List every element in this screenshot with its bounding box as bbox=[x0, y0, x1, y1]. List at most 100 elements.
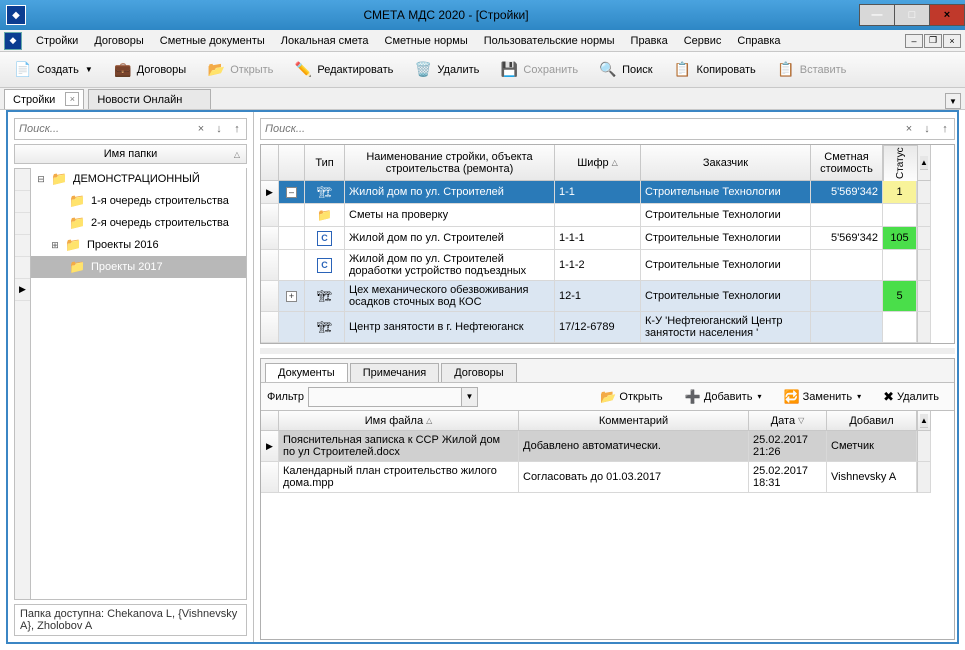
doc-close[interactable]: × bbox=[943, 34, 961, 48]
close-button[interactable]: × bbox=[929, 4, 965, 26]
contracts-button[interactable]: Договоры bbox=[106, 57, 193, 83]
col-file[interactable]: Имя файла△ bbox=[279, 411, 519, 431]
scrollbar[interactable] bbox=[917, 181, 931, 204]
doc-filename[interactable]: Календарный план строительство жилого до… bbox=[279, 462, 519, 493]
search-down-icon[interactable]: ↓ bbox=[210, 120, 228, 138]
doc-delete-button[interactable]: ✖Удалить bbox=[874, 386, 948, 408]
row-customer[interactable]: Строительные Технологии bbox=[641, 281, 811, 312]
search-button[interactable]: Поиск bbox=[591, 57, 659, 83]
folder-search-input[interactable] bbox=[15, 123, 192, 135]
col-code[interactable]: Шифр△ bbox=[555, 145, 641, 181]
row-customer[interactable]: К-У 'Нефтеюганский Центр занятости насел… bbox=[641, 312, 811, 343]
scrollbar[interactable] bbox=[917, 462, 931, 493]
scrollbar[interactable] bbox=[917, 250, 931, 281]
scrollbar[interactable] bbox=[917, 312, 931, 343]
row-customer[interactable]: Строительные Технологии bbox=[641, 227, 811, 250]
doc-comment[interactable]: Согласовать до 01.03.2017 bbox=[519, 462, 749, 493]
search-clear-icon[interactable]: × bbox=[900, 120, 918, 138]
menu-user-normy[interactable]: Пользовательские нормы bbox=[476, 35, 623, 47]
col-name[interactable]: Наименование стройки, объекта строительс… bbox=[345, 145, 555, 181]
expand-toggle[interactable]: + bbox=[279, 281, 305, 312]
row-code[interactable]: 1-1 bbox=[555, 181, 641, 204]
minimize-button[interactable]: — bbox=[859, 4, 895, 26]
doc-restore[interactable]: ❐ bbox=[924, 34, 942, 48]
filter-combo[interactable]: ▼ bbox=[308, 387, 478, 407]
open-button[interactable]: Открыть bbox=[199, 57, 280, 83]
grid-search-input[interactable] bbox=[261, 123, 900, 135]
row-cost[interactable] bbox=[811, 204, 883, 227]
scrollbar[interactable] bbox=[917, 431, 931, 462]
search-down-icon[interactable]: ↓ bbox=[918, 120, 936, 138]
search-up-icon[interactable]: ↑ bbox=[936, 120, 954, 138]
col-user[interactable]: Добавил bbox=[827, 411, 917, 431]
col-date[interactable]: Дата▽ bbox=[749, 411, 827, 431]
row-cost[interactable] bbox=[811, 250, 883, 281]
horizontal-splitter[interactable] bbox=[260, 348, 955, 354]
expand-toggle[interactable]: – bbox=[279, 181, 305, 204]
copy-button[interactable]: Копировать bbox=[666, 57, 763, 83]
tab-documents[interactable]: Документы bbox=[265, 363, 348, 382]
doc-minimize[interactable]: – bbox=[905, 34, 923, 48]
menu-help[interactable]: Справка bbox=[729, 35, 788, 47]
row-customer[interactable]: Строительные Технологии bbox=[641, 181, 811, 204]
maximize-button[interactable]: □ bbox=[894, 4, 930, 26]
col-customer[interactable]: Заказчик bbox=[641, 145, 811, 181]
col-status[interactable]: Статус bbox=[883, 145, 917, 181]
tree-node[interactable]: 1-я очередь строительства bbox=[31, 190, 246, 212]
row-cost[interactable] bbox=[811, 281, 883, 312]
tab-stroyki[interactable]: Стройки× bbox=[4, 89, 84, 109]
row-cost[interactable] bbox=[811, 312, 883, 343]
row-code[interactable]: 1-1-2 bbox=[555, 250, 641, 281]
row-code[interactable]: 12-1 bbox=[555, 281, 641, 312]
col-cost[interactable]: Сметная стоимость bbox=[811, 145, 883, 181]
tab-close-icon[interactable]: × bbox=[65, 92, 79, 106]
scrollbar[interactable] bbox=[917, 204, 931, 227]
tab-news[interactable]: Новости Онлайн bbox=[88, 89, 211, 109]
folder-tree[interactable]: ⊟ДЕМОНСТРАЦИОННЫЙ 1-я очередь строительс… bbox=[30, 168, 247, 600]
tree-node-root[interactable]: ⊟ДЕМОНСТРАЦИОННЫЙ bbox=[31, 168, 246, 190]
search-up-icon[interactable]: ↑ bbox=[228, 120, 246, 138]
row-code[interactable]: 17/12-6789 bbox=[555, 312, 641, 343]
col-type[interactable]: Тип bbox=[305, 145, 345, 181]
row-name[interactable]: Центр занятости в г. Нефтеюганск bbox=[345, 312, 555, 343]
row-code[interactable]: 1-1-1 bbox=[555, 227, 641, 250]
row-cost[interactable]: 5'569'342 bbox=[811, 181, 883, 204]
menu-pravka[interactable]: Правка bbox=[623, 35, 676, 47]
folder-tree-header[interactable]: Имя папки△ bbox=[14, 144, 247, 164]
menu-stroyki[interactable]: Стройки bbox=[28, 35, 86, 47]
tab-notes[interactable]: Примечания bbox=[350, 363, 440, 382]
scroll-up-icon[interactable]: ▲ bbox=[920, 156, 928, 170]
menu-smet-normy[interactable]: Сметные нормы bbox=[377, 35, 476, 47]
doc-open-button[interactable]: 📂Открыть bbox=[591, 386, 671, 408]
create-button[interactable]: Создать▼ bbox=[6, 57, 100, 83]
tab-contracts[interactable]: Договоры bbox=[441, 363, 516, 382]
row-code[interactable] bbox=[555, 204, 641, 227]
row-name[interactable]: Жилой дом по ул. Строителей доработки ус… bbox=[345, 250, 555, 281]
col-comment[interactable]: Комментарий bbox=[519, 411, 749, 431]
row-customer[interactable]: Строительные Технологии bbox=[641, 204, 811, 227]
menu-smet-doc[interactable]: Сметные документы bbox=[152, 35, 273, 47]
row-cost[interactable]: 5'569'342 bbox=[811, 227, 883, 250]
menu-local-smeta[interactable]: Локальная смета bbox=[273, 35, 377, 47]
app-menu-icon[interactable]: ◆ bbox=[4, 32, 22, 50]
menu-service[interactable]: Сервис bbox=[676, 35, 730, 47]
doc-comment[interactable]: Добавлено автоматически. bbox=[519, 431, 749, 462]
paste-button[interactable]: Вставить bbox=[769, 57, 854, 83]
row-name[interactable]: Сметы на проверку bbox=[345, 204, 555, 227]
tree-node[interactable]: ⊞Проекты 2016 bbox=[31, 234, 246, 256]
tree-node-selected[interactable]: Проекты 2017 bbox=[31, 256, 246, 278]
scroll-up-icon[interactable]: ▲ bbox=[920, 414, 928, 428]
row-customer[interactable]: Строительные Технологии bbox=[641, 250, 811, 281]
doc-filename[interactable]: Пояснительная записка к ССР Жилой дом по… bbox=[279, 431, 519, 462]
tree-node[interactable]: 2-я очередь строительства bbox=[31, 212, 246, 234]
scrollbar[interactable] bbox=[917, 281, 931, 312]
edit-button[interactable]: Редактировать bbox=[286, 57, 400, 83]
chevron-down-icon[interactable]: ▼ bbox=[461, 388, 477, 406]
row-name[interactable]: Цех механического обезвоживания осадков … bbox=[345, 281, 555, 312]
doc-replace-button[interactable]: 🔁Заменить▾ bbox=[774, 386, 870, 408]
search-clear-icon[interactable]: × bbox=[192, 120, 210, 138]
menu-dogovory[interactable]: Договоры bbox=[86, 35, 151, 47]
delete-button[interactable]: Удалить bbox=[406, 57, 486, 83]
row-name[interactable]: Жилой дом по ул. Строителей bbox=[345, 181, 555, 204]
scrollbar[interactable] bbox=[917, 227, 931, 250]
